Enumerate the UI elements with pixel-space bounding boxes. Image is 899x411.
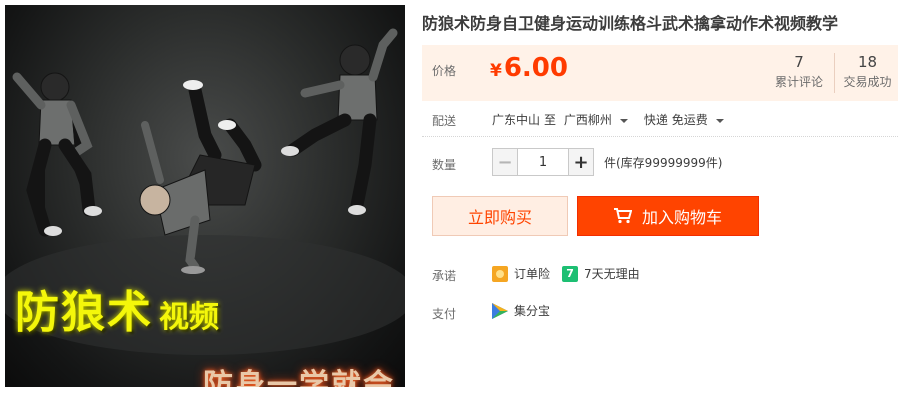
jifenbao-icon bbox=[492, 302, 508, 319]
divider bbox=[422, 136, 898, 137]
image-title: 防狼术 视频 bbox=[15, 291, 219, 335]
sales-label: 交易成功 bbox=[843, 75, 892, 89]
quantity-decrease-button[interactable]: − bbox=[492, 148, 518, 176]
quantity-input[interactable] bbox=[518, 148, 568, 176]
payment-row: 集分宝 bbox=[492, 302, 550, 319]
price-label: 价格 bbox=[432, 64, 457, 78]
promise-row: 订单险 7 7天无理由 bbox=[492, 265, 652, 282]
seven-day-return-icon: 7 bbox=[562, 265, 579, 282]
promise-label: 承诺 bbox=[432, 269, 457, 283]
price-box: 价格 ¥6.00 7 累计评论 18 交易成功 bbox=[422, 45, 898, 101]
shipping-from: 广东中山 bbox=[492, 113, 541, 127]
quantity-label: 数量 bbox=[432, 158, 457, 172]
image-title-small: 视频 bbox=[159, 300, 219, 335]
reviews-label: 累计评论 bbox=[774, 75, 823, 89]
order-insurance-icon bbox=[492, 265, 508, 282]
promise-item-seven-day-return[interactable]: 7 7天无理由 bbox=[562, 265, 640, 282]
currency-symbol: ¥ bbox=[490, 61, 502, 81]
shipping-label: 配送 bbox=[432, 114, 457, 128]
seven-day-badge: 7 bbox=[566, 267, 574, 280]
image-title-big: 防狼术 bbox=[15, 287, 153, 338]
destination-dropdown-icon[interactable] bbox=[619, 118, 628, 123]
sales-count: 18 bbox=[857, 53, 878, 71]
product-page: 防狼术 视频 防身一学就会 防狼术防身自卫健身运动训练格斗武术擒拿动作术视频教学 … bbox=[0, 0, 899, 411]
shipping-to-word: 至 bbox=[544, 113, 557, 127]
cart-icon bbox=[613, 208, 632, 224]
shipping-method[interactable]: 快递 免运费 bbox=[644, 113, 708, 127]
shipping-row: 广东中山至 广西柳州 快递 免运费 bbox=[492, 111, 740, 128]
price-amount: 6.00 bbox=[503, 53, 568, 83]
product-image[interactable]: 防狼术 视频 防身一学就会 bbox=[5, 5, 405, 387]
stock-info: 件(库存99999999件) bbox=[604, 155, 723, 170]
order-insurance-text: 订单险 bbox=[514, 267, 551, 281]
sales-stat: 18 交易成功 bbox=[834, 53, 899, 93]
shipping-destination[interactable]: 广西柳州 bbox=[564, 113, 612, 127]
seven-day-return-text: 7天无理由 bbox=[584, 267, 640, 281]
quantity-stepper: − + 件(库存99999999件) bbox=[492, 148, 722, 176]
promise-item-order-insurance[interactable]: 订单险 bbox=[492, 265, 550, 282]
jifenbao-text[interactable]: 集分宝 bbox=[514, 302, 550, 319]
buy-now-button[interactable]: 立即购买 bbox=[432, 196, 568, 236]
price-value: ¥6.00 bbox=[490, 53, 568, 83]
shipping-method-dropdown-icon[interactable] bbox=[715, 118, 724, 123]
reviews-count: 7 bbox=[794, 53, 804, 71]
add-to-cart-label: 加入购物车 bbox=[641, 208, 722, 227]
quantity-increase-button[interactable]: + bbox=[568, 148, 594, 176]
reviews-stat[interactable]: 7 累计评论 bbox=[766, 53, 832, 90]
payment-label: 支付 bbox=[432, 307, 457, 321]
add-to-cart-button[interactable]: 加入购物车 bbox=[577, 196, 759, 236]
image-subtitle: 防身一学就会 bbox=[203, 368, 395, 387]
product-title: 防狼术防身自卫健身运动训练格斗武术擒拿动作术视频教学 bbox=[422, 14, 839, 33]
